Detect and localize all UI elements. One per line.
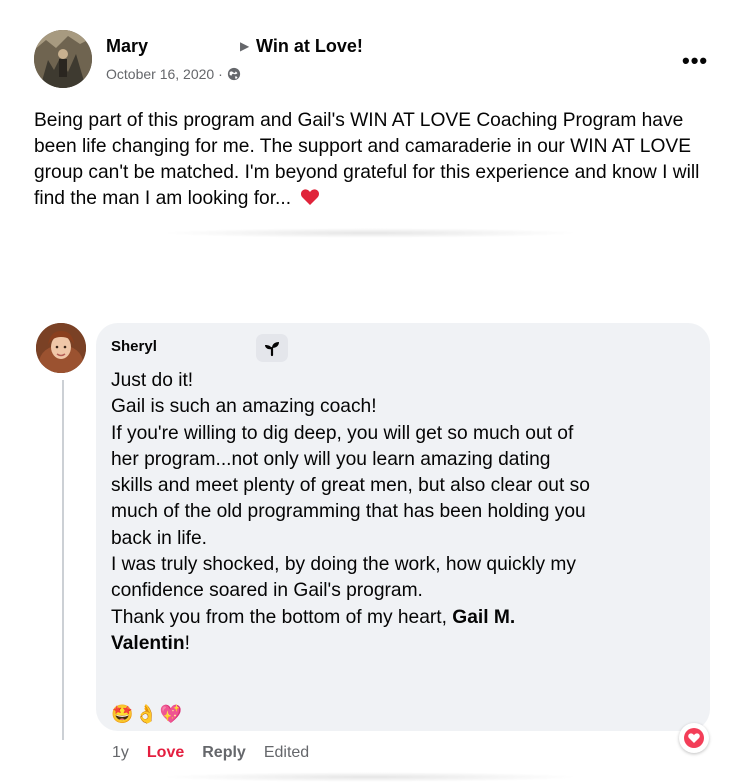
love-reaction-icon[interactable] bbox=[679, 723, 709, 753]
sparkling-heart-emoji: 💖 bbox=[159, 704, 183, 724]
comment-timestamp[interactable]: 1y bbox=[112, 744, 129, 762]
mention-link-continued[interactable]: Valentin bbox=[111, 633, 185, 654]
share-arrow-icon: ▶ bbox=[240, 39, 250, 53]
comment-line: If you're willing to dig deep, you will … bbox=[111, 422, 574, 444]
post-text: Being part of this program and Gail's WI… bbox=[34, 110, 700, 209]
thread-line bbox=[62, 380, 64, 740]
post-group-name[interactable]: Win at Love! bbox=[256, 36, 363, 57]
comment-line: confidence soared in Gail's program. bbox=[111, 580, 423, 602]
edited-label[interactable]: Edited bbox=[264, 744, 309, 762]
globe-icon bbox=[227, 67, 240, 81]
comment-line: skills and meet plenty of great men, but… bbox=[111, 475, 590, 497]
red-heart-emoji-icon bbox=[301, 189, 320, 205]
love-button[interactable]: Love bbox=[147, 744, 184, 762]
mention-suffix: ! bbox=[184, 632, 190, 654]
comment-text: Just do it! Gail is such an amazing coac… bbox=[111, 368, 701, 657]
post-author-avatar[interactable] bbox=[34, 30, 92, 88]
comment-line: Valentin! bbox=[111, 631, 701, 657]
commenter-name[interactable]: Sheryl bbox=[111, 338, 157, 355]
comment-emojis: 🤩 👌 💖 bbox=[111, 703, 182, 725]
post-date[interactable]: October 16, 2020 · bbox=[106, 66, 223, 82]
new-member-badge[interactable] bbox=[256, 334, 288, 362]
post-meta: October 16, 2020 · bbox=[106, 66, 241, 82]
mention-link[interactable]: Gail M. bbox=[452, 607, 515, 628]
star-struck-emoji: 🤩 bbox=[111, 704, 134, 724]
comment-line: Just do it! bbox=[111, 370, 194, 391]
post-body: Being part of this program and Gail's WI… bbox=[34, 108, 724, 212]
comment-line: back in life. bbox=[111, 527, 207, 549]
comment-line: Thank you from the bottom of my heart, G… bbox=[111, 605, 701, 631]
comment-line: much of the old programming that has bee… bbox=[111, 501, 586, 523]
comment-line-text: Thank you from the bottom of my heart, bbox=[111, 606, 447, 628]
post-author-name[interactable]: Mary bbox=[106, 36, 148, 57]
comment-actions: 1y Love Reply Edited bbox=[112, 744, 309, 762]
reply-button[interactable]: Reply bbox=[202, 744, 246, 762]
commenter-avatar[interactable] bbox=[36, 323, 86, 373]
ok-hand-emoji: 👌 bbox=[135, 704, 158, 724]
comment-line: Gail is such an amazing coach! bbox=[111, 396, 377, 418]
comment-divider bbox=[160, 772, 580, 782]
more-options-button[interactable]: ••• bbox=[682, 48, 708, 74]
sprout-icon bbox=[265, 342, 279, 357]
post-divider bbox=[160, 228, 580, 238]
comment-line: I was truly shocked, by doing the work, … bbox=[111, 554, 576, 576]
comment-line: her program...not only will you learn am… bbox=[111, 448, 551, 470]
